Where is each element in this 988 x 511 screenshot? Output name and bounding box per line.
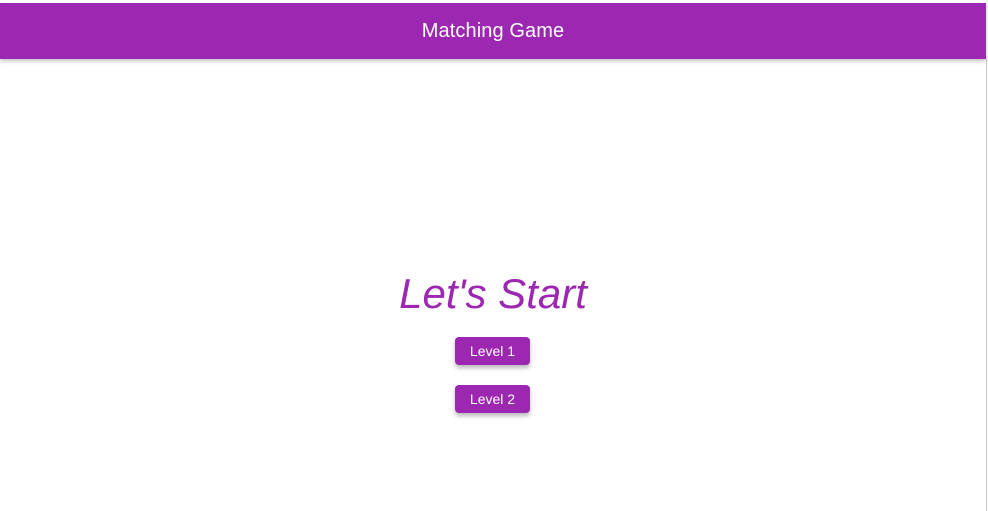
start-screen: Let's Start Level 1 Level 2 [0,59,986,511]
app-title: Matching Game [421,19,565,42]
level-1-button[interactable]: Level 1 [455,337,530,365]
start-heading: Let's Start [399,270,587,317]
window-right-border [986,59,987,511]
level-2-button[interactable]: Level 2 [455,385,530,413]
app-bar: Matching Game [0,3,986,59]
